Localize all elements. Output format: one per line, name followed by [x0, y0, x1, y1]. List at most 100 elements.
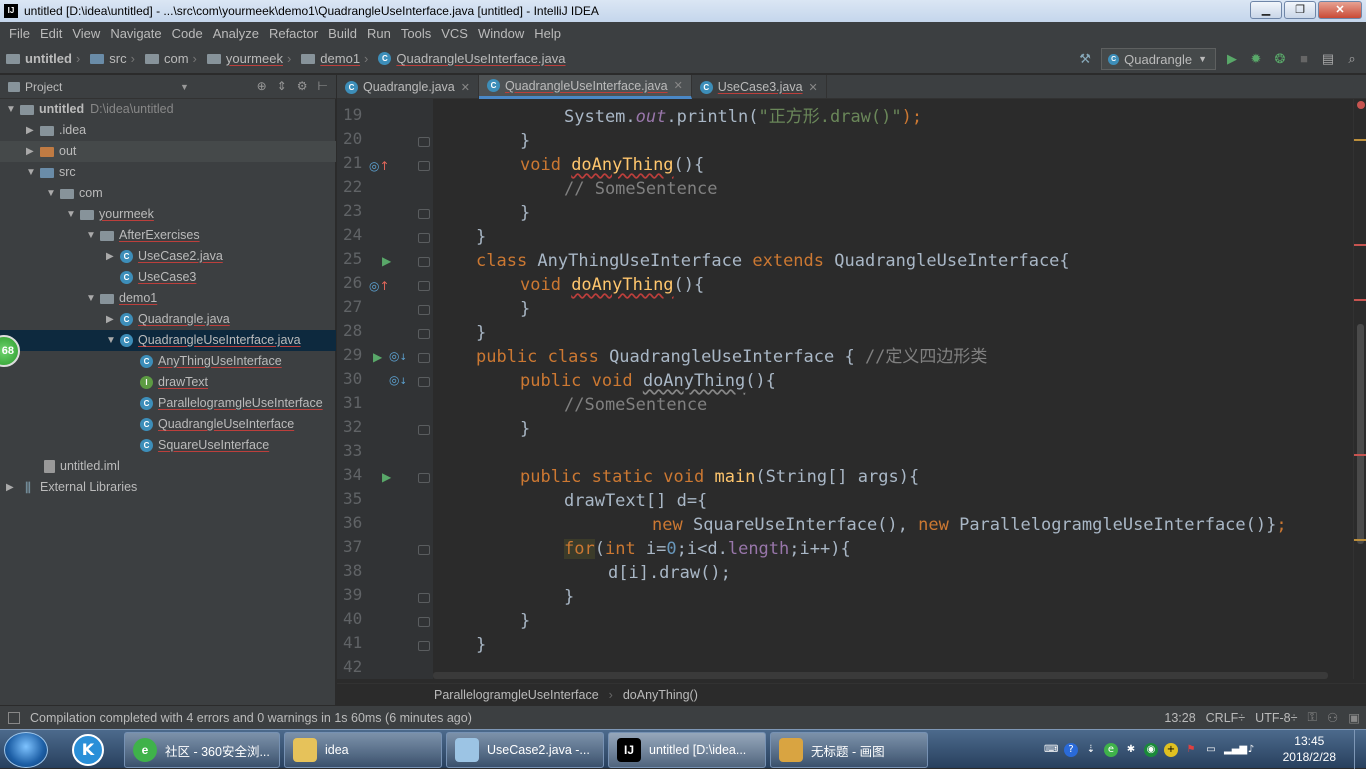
tree-item-untitled[interactable]: ▼ untitled D:\idea\untitled [6, 99, 174, 120]
breadcrumb-method[interactable]: doAnyThing() [623, 688, 698, 702]
keyboard-icon[interactable]: ⌨ [1044, 743, 1058, 757]
locate-icon[interactable]: ⊕ [257, 79, 267, 93]
close-tab-icon[interactable]: ✕ [674, 79, 683, 92]
clock[interactable]: 13:45 2018/2/28 [1283, 733, 1336, 765]
debug-icon[interactable]: ✹ [1248, 51, 1264, 67]
tree-item-external-libraries[interactable]: ▶ ⫼ External Libraries [6, 477, 137, 498]
fold-marker[interactable] [418, 161, 430, 171]
search-icon[interactable]: ⌕ [1344, 51, 1360, 67]
tree-item-yourmeek[interactable]: ▼ yourmeek [66, 204, 154, 225]
tree-item-untitled-iml[interactable]: untitled.iml [44, 456, 120, 477]
menu-edit[interactable]: Edit [35, 26, 67, 41]
fold-marker[interactable] [418, 473, 430, 483]
fold-marker[interactable] [418, 233, 430, 243]
taskbar-item-paint[interactable]: 无标题 - 画图 [770, 732, 928, 768]
gear-icon[interactable]: ⚙ [297, 79, 308, 93]
menu-help[interactable]: Help [529, 26, 566, 41]
file-encoding[interactable]: UTF-8÷ [1255, 711, 1297, 725]
toggle-toolwindows-icon[interactable] [8, 711, 20, 724]
fold-marker[interactable] [418, 137, 430, 147]
signal-icon[interactable]: ▂▄▆ [1224, 743, 1247, 757]
menu-view[interactable]: View [67, 26, 105, 41]
implemented-icon[interactable]: ◎↓ [389, 349, 407, 363]
tree-item-parallelogramgleuseinterface[interactable]: C ParallelogramgleUseInterface [140, 393, 323, 414]
tree-item-quadrangleuseinterface[interactable]: C QuadrangleUseInterface [140, 414, 294, 435]
tree-item-usecase2[interactable]: ▶ C UseCase2.java [106, 246, 223, 267]
menu-file[interactable]: File [4, 26, 35, 41]
overridden-icon[interactable]: ◎↓ [389, 373, 407, 387]
implements-icon[interactable]: ◎↑ [369, 279, 390, 293]
tree-item-afterexercises[interactable]: ▼ AfterExercises [86, 225, 200, 246]
fold-marker[interactable] [418, 377, 430, 387]
menu-analyze[interactable]: Analyze [208, 26, 264, 41]
implements-icon[interactable]: ◎↑ [369, 159, 390, 173]
menu-build[interactable]: Build [323, 26, 362, 41]
run-configuration-select[interactable]: C Quadrangle ▼ [1101, 48, 1216, 70]
flag-icon[interactable]: ⚑ [1184, 743, 1198, 757]
tree-item-com[interactable]: ▼ com [46, 183, 103, 204]
run-class-icon[interactable]: ▶ [382, 254, 391, 268]
monitor-icon[interactable]: ▭ [1204, 743, 1218, 757]
fold-marker[interactable] [418, 641, 430, 651]
tree-item-squareuseinterface[interactable]: C SquareUseInterface [140, 435, 269, 456]
vertical-scrollbar[interactable] [1357, 324, 1364, 544]
close-tab-icon[interactable]: ✕ [809, 81, 818, 94]
error-indicator-icon[interactable] [1357, 101, 1365, 109]
tree-item-anythinguseinterface[interactable]: C AnyThingUseInterface [140, 351, 282, 372]
volume-icon[interactable]: ♪ [1244, 743, 1258, 757]
hide-panel-icon[interactable]: ⊢ [318, 79, 328, 93]
nav-crumb-project[interactable]: untitled › [6, 51, 86, 66]
code-editor[interactable]: System.out.println("正方形.draw()"); } void… [433, 99, 1353, 679]
chevron-down-icon[interactable]: ▼ [180, 82, 189, 92]
coverage-icon[interactable]: ❂ [1272, 51, 1288, 67]
start-button[interactable] [4, 732, 48, 768]
lock-icon[interactable]: ⚿ [1307, 710, 1317, 725]
nav-crumb-yourmeek[interactable]: yourmeek › [206, 51, 297, 66]
fold-marker[interactable] [418, 305, 430, 315]
maximize-button[interactable]: ❐ [1284, 1, 1316, 19]
breadcrumb-class[interactable]: ParallelogramgleUseInterface [434, 688, 599, 702]
arrow-icon[interactable]: ⇣ [1084, 743, 1098, 757]
nav-crumb-com[interactable]: com › [144, 51, 203, 66]
tab-usecase3-java[interactable]: C UseCase3.java ✕ [692, 75, 827, 99]
bluetooth-icon[interactable]: ✱ [1124, 743, 1138, 757]
fold-marker[interactable] [418, 617, 430, 627]
build-project-icon[interactable]: ⚒ [1077, 51, 1093, 67]
tab-quadrangleuseinterface-java[interactable]: C QuadrangleUseInterface.java ✕ [478, 75, 692, 99]
horizontal-scrollbar[interactable] [433, 672, 1328, 679]
nav-crumb-file[interactable]: C QuadrangleUseInterface.java [378, 51, 566, 66]
line-separator[interactable]: CRLF÷ [1206, 711, 1246, 725]
fold-marker[interactable] [418, 545, 430, 555]
fold-marker[interactable] [418, 593, 430, 603]
fold-marker[interactable] [418, 281, 430, 291]
caret-position[interactable]: 13:28 [1164, 711, 1195, 725]
project-view-select[interactable]: Project [25, 80, 62, 94]
tree-item-drawtext[interactable]: IdrawText [140, 372, 208, 393]
plus-icon[interactable]: + [1164, 742, 1178, 757]
taskbar-item-idea-folder[interactable]: idea [284, 732, 442, 768]
fold-marker[interactable] [418, 257, 430, 267]
taskbar-item-browser[interactable]: e 社区 - 360安全浏... [124, 732, 280, 768]
fold-marker[interactable] [418, 209, 430, 219]
menu-navigate[interactable]: Navigate [105, 26, 166, 41]
k-app-icon[interactable]: K [72, 734, 104, 766]
error-stripe[interactable] [1353, 99, 1366, 679]
tree-item-idea[interactable]: ▶ .idea [26, 120, 86, 141]
network-app-icon[interactable]: ◉ [1144, 742, 1158, 757]
security-icon[interactable]: e [1104, 742, 1118, 757]
status-message[interactable]: Compilation completed with 4 errors and … [30, 711, 472, 725]
help-icon[interactable]: ? [1064, 742, 1078, 757]
show-desktop-button[interactable] [1354, 730, 1366, 769]
menu-vcs[interactable]: VCS [436, 26, 473, 41]
run-main-icon[interactable]: ▶ [382, 470, 391, 484]
menu-run[interactable]: Run [362, 26, 396, 41]
menu-window[interactable]: Window [473, 26, 529, 41]
tree-item-quadrangleuseinterface-java[interactable]: ▼ C QuadrangleUseInterface.java [106, 330, 301, 351]
tree-item-demo1[interactable]: ▼ demo1 [86, 288, 157, 309]
nav-crumb-demo1[interactable]: demo1 › [301, 51, 374, 66]
project-structure-icon[interactable]: ▤ [1320, 51, 1336, 67]
tree-item-quadrangle-java[interactable]: ▶ C Quadrangle.java [106, 309, 230, 330]
tree-item-out[interactable]: ▶ out [26, 141, 76, 162]
fold-marker[interactable] [418, 353, 430, 363]
minimize-button[interactable]: ▁ [1250, 1, 1282, 19]
